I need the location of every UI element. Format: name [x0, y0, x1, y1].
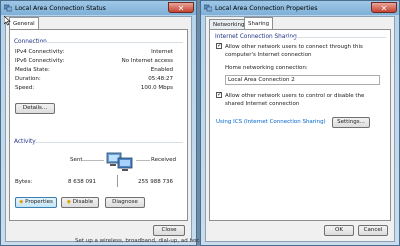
- received-label: Received: [151, 157, 177, 163]
- properties-window: Local Area Connection Properties ✕ Netwo…: [200, 0, 400, 246]
- tab-sharing[interactable]: Sharing: [244, 17, 274, 29]
- diagnose-button[interactable]: Diagnose: [105, 197, 145, 208]
- duration-value: 05:48:27: [148, 76, 173, 82]
- media-state-value: Enabled: [150, 67, 173, 73]
- bytes-divider: [117, 175, 118, 187]
- ics-separator: [286, 37, 386, 38]
- allow-control-label: Allow other network users to control or …: [225, 93, 365, 107]
- ipv4-value: Internet: [151, 49, 173, 55]
- background-window-text: Set up a wireless, broadband, dial-up, a…: [75, 238, 200, 244]
- status-window: Local Area Connection Status ✕ General C…: [0, 0, 197, 246]
- sent-line: [82, 160, 104, 161]
- properties-client: Networking Sharing Internet Connection S…: [205, 16, 395, 242]
- cancel-button[interactable]: Cancel: [358, 225, 388, 236]
- disable-button[interactable]: ◆ Disable: [61, 197, 99, 208]
- network-computers-icon: [106, 152, 133, 171]
- properties-button[interactable]: ◆ Properties: [15, 197, 57, 208]
- status-titlebar[interactable]: Local Area Connection Status ✕: [1, 1, 196, 16]
- allow-control-checkbox[interactable]: ✓: [216, 92, 222, 98]
- ics-heading: Internet Connection Sharing: [215, 34, 297, 40]
- details-button[interactable]: Details...: [15, 103, 55, 114]
- received-line: [136, 160, 150, 161]
- connection-separator: [40, 42, 183, 43]
- media-state-label: Media State:: [15, 67, 50, 73]
- uac-shield-icon: ◆: [66, 199, 72, 205]
- home-network-label: Home networking connection:: [225, 65, 308, 71]
- status-client: General Connection IPv4 Connectivity: In…: [5, 16, 192, 242]
- mouse-cursor-icon: [4, 16, 11, 26]
- activity-heading: Activity: [14, 139, 36, 145]
- status-close-icon[interactable]: ✕: [168, 2, 194, 13]
- general-panel: Connection IPv4 Connectivity: Internet I…: [9, 29, 188, 221]
- allow-connect-label: Allow other network users to connect thr…: [225, 44, 363, 58]
- properties-button-label: Properties: [25, 199, 53, 205]
- properties-window-title: Local Area Connection Properties: [215, 5, 318, 12]
- speed-label: Speed:: [15, 85, 35, 91]
- network-connection-icon: [4, 4, 12, 12]
- sharing-panel: Internet Connection Sharing ✓ Allow othe…: [209, 29, 391, 221]
- ipv4-label: IPv4 Connectivity:: [15, 49, 65, 55]
- sent-label: Sent: [70, 157, 83, 163]
- speed-value: 100.0 Mbps: [140, 85, 173, 91]
- uac-shield-icon: ◆: [19, 199, 24, 205]
- ipv6-label: IPv6 Connectivity:: [15, 58, 65, 64]
- disable-button-label: Disable: [72, 199, 94, 205]
- status-window-title: Local Area Connection Status: [15, 5, 106, 12]
- allow-connect-checkbox[interactable]: ✓: [216, 43, 222, 49]
- ics-help-link[interactable]: Using ICS (Internet Connection Sharing): [216, 119, 326, 125]
- tab-networking[interactable]: Networking: [209, 19, 249, 29]
- ipv6-value: No Internet access: [121, 58, 173, 64]
- duration-label: Duration:: [15, 76, 41, 82]
- settings-button[interactable]: Settings...: [332, 117, 370, 128]
- activity-separator: [34, 142, 183, 143]
- network-connection-icon: [204, 4, 212, 12]
- properties-titlebar[interactable]: Local Area Connection Properties ✕: [201, 1, 399, 16]
- ok-button[interactable]: OK: [324, 225, 354, 236]
- home-network-field[interactable]: Local Area Connection 2: [225, 75, 380, 85]
- tab-general[interactable]: General: [9, 17, 39, 29]
- close-button[interactable]: Close: [153, 225, 185, 236]
- bytes-label: Bytes:: [15, 179, 33, 185]
- bytes-received-value: 255 988 736: [138, 179, 173, 185]
- bytes-sent-value: 8 638 091: [68, 179, 96, 185]
- properties-close-icon[interactable]: ✕: [371, 2, 397, 13]
